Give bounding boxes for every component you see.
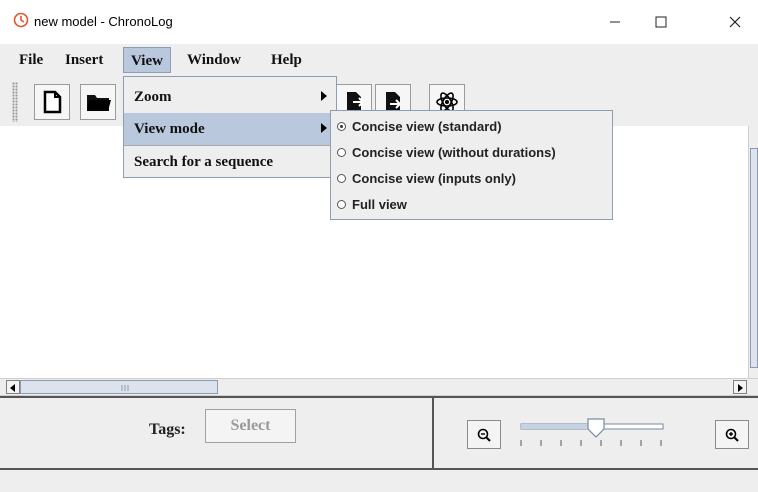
submenu-arrow-icon bbox=[321, 91, 327, 101]
submenu-arrow-icon bbox=[321, 123, 327, 133]
status-bar bbox=[0, 470, 758, 492]
horizontal-scroll-thumb[interactable] bbox=[20, 380, 218, 394]
menu-file[interactable]: File bbox=[12, 47, 50, 73]
menu-item-search-sequence[interactable]: Search for a sequence bbox=[124, 146, 336, 178]
vertical-scroll-thumb[interactable] bbox=[750, 148, 758, 368]
radio-icon bbox=[337, 200, 346, 209]
zoom-out-button[interactable] bbox=[467, 420, 501, 449]
view-mode-option-concise-standard[interactable]: Concise view (standard) bbox=[337, 114, 502, 140]
zoom-slider-thumb bbox=[587, 418, 605, 438]
open-button[interactable] bbox=[80, 84, 116, 120]
panel-divider bbox=[432, 398, 434, 468]
menu-help[interactable]: Help bbox=[264, 47, 309, 73]
scroll-right-button[interactable] bbox=[733, 380, 747, 394]
maximize-button[interactable] bbox=[638, 0, 684, 44]
zoom-slider[interactable] bbox=[519, 418, 665, 458]
zoom-in-button[interactable] bbox=[715, 420, 749, 449]
app-icon bbox=[13, 12, 29, 28]
close-icon bbox=[729, 16, 741, 28]
menu-insert[interactable]: Insert bbox=[58, 47, 110, 73]
tags-label: Tags: bbox=[149, 421, 186, 438]
chevron-left-icon bbox=[10, 384, 15, 392]
menu-item-zoom[interactable]: Zoom bbox=[124, 81, 336, 113]
view-mode-option-full-view[interactable]: Full view bbox=[337, 192, 407, 218]
minimize-icon bbox=[610, 21, 620, 23]
menu-bar bbox=[0, 44, 758, 76]
scroll-left-button[interactable] bbox=[6, 380, 20, 394]
zoom-out-icon bbox=[477, 428, 491, 442]
radio-icon bbox=[337, 174, 346, 183]
grip-icon bbox=[121, 385, 129, 391]
menu-item-view-mode[interactable]: View mode bbox=[124, 113, 336, 145]
maximize-icon bbox=[655, 16, 667, 28]
minimize-button[interactable] bbox=[592, 0, 638, 44]
close-button[interactable] bbox=[712, 0, 758, 44]
new-file-button[interactable] bbox=[34, 84, 70, 120]
radio-selected-icon bbox=[337, 122, 346, 131]
menu-view[interactable]: View bbox=[123, 47, 171, 73]
new-file-icon bbox=[43, 90, 62, 114]
radio-icon bbox=[337, 148, 346, 157]
zoom-in-icon bbox=[725, 428, 739, 442]
open-folder-icon bbox=[87, 95, 111, 111]
view-mode-option-inputs-only[interactable]: Concise view (inputs only) bbox=[337, 166, 516, 192]
window-title: new model - ChronoLog bbox=[34, 14, 173, 29]
chevron-right-icon bbox=[738, 384, 743, 392]
tags-select-button[interactable]: Select bbox=[205, 409, 296, 443]
menu-window[interactable]: Window bbox=[180, 47, 248, 73]
toolbar-grip[interactable] bbox=[12, 82, 18, 122]
view-mode-option-without-durations[interactable]: Concise view (without durations) bbox=[337, 140, 556, 166]
